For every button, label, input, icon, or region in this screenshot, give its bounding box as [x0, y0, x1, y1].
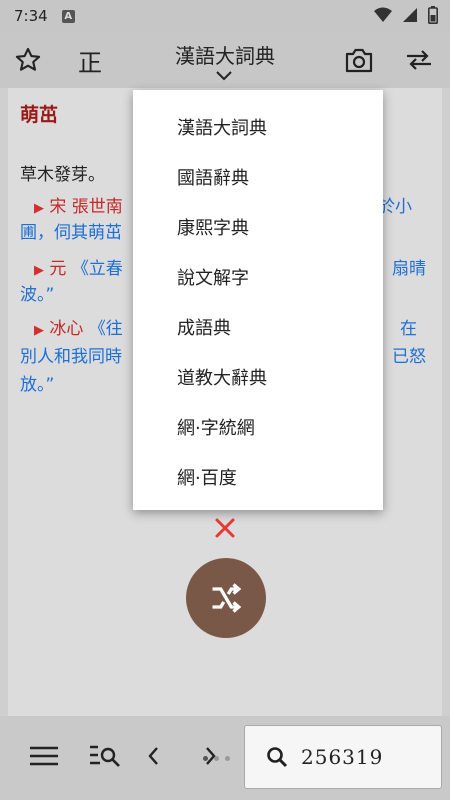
- bullet-triangle-icon: ▶: [34, 263, 44, 278]
- swap-button[interactable]: [398, 40, 440, 80]
- search-box[interactable]: 256319: [244, 725, 442, 789]
- script-toggle-label: 正: [78, 48, 102, 77]
- bullet-triangle-icon: ▶: [34, 201, 44, 216]
- page-dot: [203, 756, 208, 761]
- star-outline-icon: [15, 47, 41, 71]
- example-source[interactable]: 元: [49, 259, 66, 279]
- menu-item-shuowen-jiezi[interactable]: 說文解字: [133, 252, 383, 302]
- menu-item-daojiao-da-cidian[interactable]: 道教大辭典: [133, 352, 383, 402]
- example-source[interactable]: 宋 張世南: [49, 197, 122, 217]
- camera-icon: [345, 48, 373, 73]
- menu-item-guoyu-cidian[interactable]: 國語辭典: [133, 152, 383, 202]
- shuffle-icon: [212, 583, 242, 613]
- example-1-line2: 圃，伺其萌茁: [20, 223, 122, 243]
- current-dictionary: 漢語大詞典: [175, 44, 275, 68]
- chevron-down-icon[interactable]: [214, 70, 234, 82]
- signal-icon: [403, 8, 417, 22]
- dictionary-selector[interactable]: 漢語大詞典: [150, 40, 300, 69]
- example-3-line2: 別人和我同時: [20, 347, 122, 367]
- example-3-tail2: 已怒: [392, 347, 426, 367]
- menu-item-web-baidu[interactable]: 網·百度: [133, 452, 383, 502]
- app-bar: 正 漢語大詞典: [0, 32, 450, 88]
- page-dot: [214, 756, 219, 761]
- example-2: ▶ 元 《立春: [34, 254, 123, 279]
- search-list-icon: [90, 745, 120, 767]
- favorite-button[interactable]: [8, 40, 48, 80]
- wifi-icon: [374, 7, 392, 22]
- headword: 萌茁: [20, 104, 59, 126]
- example-3-line3: 放。”: [20, 375, 55, 395]
- menu-icon: [30, 746, 58, 766]
- menu-item-chengyu-dian[interactable]: 成語典: [133, 302, 383, 352]
- bullet-triangle-icon: ▶: [34, 323, 44, 338]
- example-quote: 《往: [88, 319, 123, 339]
- example-3: ▶ 冰心 《往: [34, 314, 123, 339]
- close-icon[interactable]: [212, 515, 238, 541]
- example-quote: 《立春: [71, 259, 123, 279]
- example-2-tail: 扇晴: [392, 259, 426, 279]
- camera-button[interactable]: [338, 40, 380, 80]
- example-2-line2: 波。”: [20, 285, 55, 305]
- script-toggle-button[interactable]: 正: [68, 40, 112, 80]
- random-button[interactable]: [186, 558, 266, 638]
- bottom-bar: 256319: [0, 716, 450, 800]
- menu-button[interactable]: [24, 736, 64, 776]
- notification-icon: A: [61, 9, 75, 23]
- menu-item-kangxi-zidian[interactable]: 康熙字典: [133, 202, 383, 252]
- battery-icon: [428, 6, 438, 24]
- chevron-left-icon: [148, 747, 158, 765]
- page-dot: [225, 756, 230, 761]
- example-source[interactable]: 冰心: [49, 319, 83, 339]
- prev-button[interactable]: [138, 736, 168, 776]
- example-1: ▶ 宋 張世南: [34, 192, 123, 217]
- search-icon: [267, 747, 288, 768]
- example-1-tail: 於小: [378, 197, 412, 217]
- status-bar: 7:34 A: [0, 0, 450, 32]
- status-icons: [374, 6, 438, 24]
- dictionary-menu: 漢語大詞典 國語辭典 康熙字典 說文解字 成語典 道教大辭典 網·字統網 網·百…: [133, 90, 383, 510]
- definition: 草木發芽。: [20, 165, 105, 185]
- search-list-button[interactable]: [84, 736, 126, 776]
- menu-item-web-zitong[interactable]: 網·字統網: [133, 402, 383, 452]
- menu-item-hanyu-da-cidian[interactable]: 漢語大詞典: [133, 102, 383, 152]
- swap-icon: [407, 50, 431, 70]
- search-input[interactable]: 256319: [301, 745, 383, 769]
- status-time: 7:34: [14, 7, 48, 25]
- page-indicator: [203, 756, 230, 761]
- example-3-tail: 在: [400, 319, 417, 339]
